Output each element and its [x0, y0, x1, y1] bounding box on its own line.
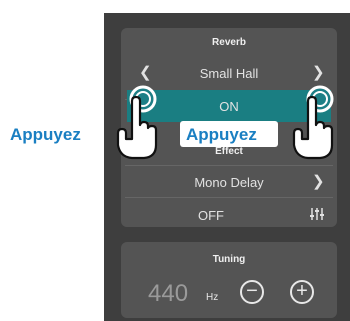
reverb-type: Small Hall — [199, 66, 259, 81]
hand-pointer-icon — [292, 95, 334, 160]
callout-right-label: Appuyez — [186, 125, 257, 144]
callout-left-label: Appuyez — [10, 125, 81, 144]
tuning-unit: Hz — [206, 292, 219, 303]
settings-sliders-icon[interactable] — [310, 207, 324, 221]
effect-type: Mono Delay — [194, 175, 264, 190]
reverb-next-chevron-right-icon[interactable]: ❯ — [312, 63, 325, 81]
effect-state[interactable]: OFF — [121, 208, 301, 223]
effect-next-chevron-right-icon[interactable]: ❯ — [312, 172, 325, 190]
tuning-title: Tuning — [212, 254, 246, 265]
reverb-title: Reverb — [212, 37, 246, 48]
tuning-plus-icon[interactable]: + — [290, 280, 314, 304]
tuning-value: 440 — [148, 280, 189, 307]
tuning-minus-icon[interactable]: − — [240, 280, 264, 304]
hand-pointer-icon — [116, 95, 158, 160]
